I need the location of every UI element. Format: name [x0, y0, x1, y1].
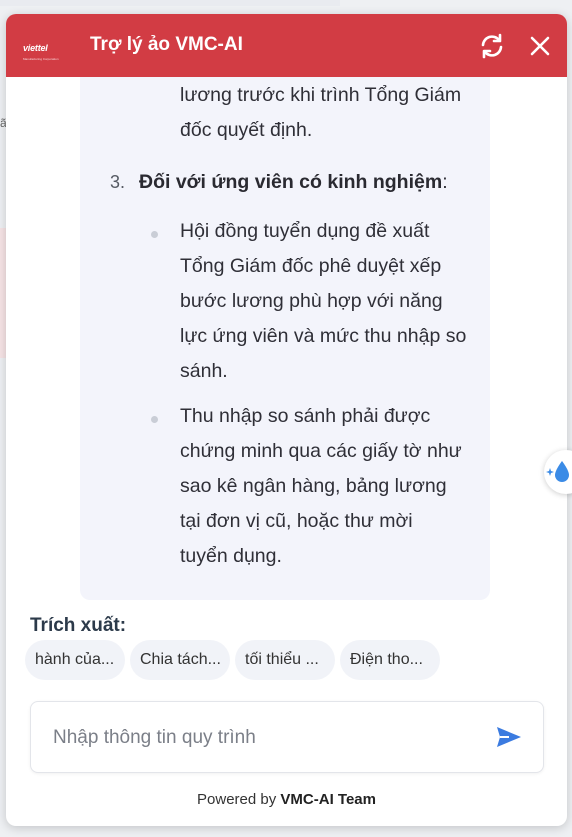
refresh-button[interactable]: [478, 32, 506, 60]
viettel-logo: viettel Manufacturing Corporation: [23, 43, 59, 61]
extract-label: Trích xuất:: [30, 615, 127, 636]
list-item-heading: Đối với ứng viên có kinh nghiệm:: [139, 171, 448, 193]
message-line: bước lương phù hợp với năng: [180, 290, 443, 312]
refresh-icon: [481, 33, 503, 59]
message-line: sao kê ngân hàng, bảng lương: [180, 475, 447, 497]
background-strip: [0, 0, 340, 6]
message-line: sánh.: [180, 360, 228, 382]
extract-chip[interactable]: Điện tho...: [340, 640, 440, 680]
extract-chip[interactable]: tối thiểu ...: [235, 640, 335, 680]
send-icon: [497, 727, 521, 747]
message-line: tuyển dụng.: [180, 545, 282, 567]
close-icon: [530, 36, 550, 56]
extract-chip[interactable]: Chia tách...: [130, 640, 230, 680]
message-line: Hội đồng tuyển dụng đề xuất: [180, 220, 430, 242]
chat-widget: viettel Manufacturing Corporation Trợ lý…: [6, 14, 567, 826]
message-line: tại đơn vị cũ, hoặc thư mời: [180, 510, 413, 532]
chat-header: viettel Manufacturing Corporation Trợ lý…: [6, 14, 567, 77]
send-button[interactable]: [495, 724, 523, 750]
assistant-message-bubble: lương trước khi trình Tổng Giám đốc quyế…: [80, 77, 490, 600]
message-line: Tổng Giám đốc phê duyệt xếp: [180, 255, 442, 277]
close-button[interactable]: [526, 32, 554, 60]
message-line: lực ứng viên và mức thu nhập so: [180, 325, 467, 347]
message-line: lương trước khi trình Tổng Giám: [180, 84, 462, 106]
sparkle-drop-icon: [546, 461, 569, 482]
chat-title: Trợ lý ảo VMC-AI: [90, 34, 243, 55]
message-list[interactable]: lương trước khi trình Tổng Giám đốc quyế…: [6, 77, 567, 607]
message-input-box: [30, 701, 544, 773]
message-line: Thu nhập so sánh phải được: [180, 405, 431, 427]
bullet-marker: [151, 416, 158, 423]
floating-assistant-button[interactable]: [544, 450, 572, 494]
bullet-marker: [151, 231, 158, 238]
extract-chip[interactable]: hành của...: [25, 640, 125, 680]
message-line: đốc quyết định.: [180, 119, 313, 141]
message-line: chứng minh qua các giấy tờ như: [180, 440, 462, 462]
message-input[interactable]: [51, 722, 475, 754]
powered-by: Powered by VMC-AI Team: [197, 791, 376, 808]
list-number: 3.: [110, 172, 126, 192]
